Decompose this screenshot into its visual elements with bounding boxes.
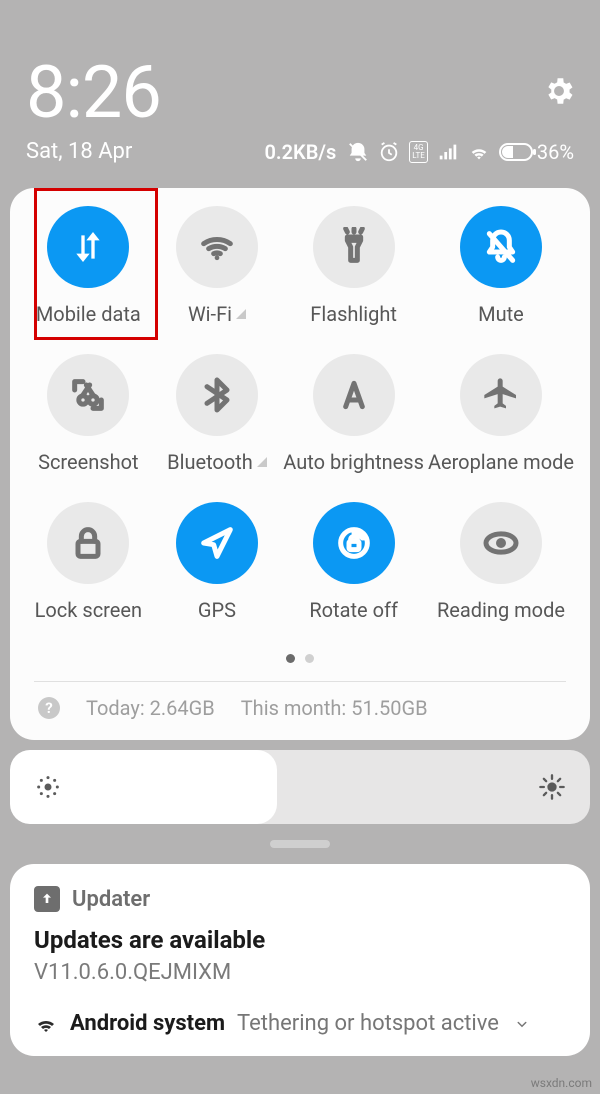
tile-label: Bluetooth xyxy=(167,450,267,474)
dnd-icon xyxy=(347,141,369,163)
alarm-icon xyxy=(378,141,400,163)
data-usage-row[interactable]: ? Today: 2.64GB This month: 51.50GB xyxy=(20,682,580,720)
bluetooth-icon xyxy=(176,354,258,436)
info-icon: ? xyxy=(38,697,60,719)
clock-date: Sat, 18 Apr xyxy=(26,139,132,164)
wifi-icon xyxy=(176,206,258,288)
tile-label: Mobile data xyxy=(36,302,141,326)
tile-label: Screenshot xyxy=(38,450,138,474)
battery-indicator: 36% xyxy=(499,140,574,164)
brightness-low-icon xyxy=(34,773,62,801)
page-indicator xyxy=(20,648,580,667)
chevron-down-icon xyxy=(513,1015,531,1033)
network-speed: 0.2KB/s xyxy=(265,140,337,164)
tile-bluetooth[interactable]: Bluetooth xyxy=(155,354,280,474)
flashlight-icon xyxy=(313,206,395,288)
tile-label: Rotate off xyxy=(309,598,398,622)
tile-label: Wi-Fi xyxy=(188,302,246,326)
notif-subtitle: V11.0.6.0.QEJMIXM xyxy=(34,960,566,985)
panel-handle[interactable] xyxy=(270,840,330,848)
lock-icon xyxy=(47,502,129,584)
notification-card[interactable]: Updater Updates are available V11.0.6.0.… xyxy=(10,864,590,1056)
mobile-data-icon xyxy=(47,206,129,288)
signal-icon xyxy=(437,141,459,163)
auto-brightness-icon xyxy=(313,354,395,436)
notif-collapsed-row[interactable]: Android system Tethering or hotspot acti… xyxy=(34,1011,566,1036)
volte-icon: 4GLTE xyxy=(409,141,428,163)
brightness-slider[interactable] xyxy=(10,750,590,824)
tile-label: Auto brightness xyxy=(283,450,424,474)
tile-label: Lock screen xyxy=(35,598,142,622)
tile-wifi[interactable]: Wi-Fi xyxy=(155,206,280,326)
tile-airplane[interactable]: Aeroplane mode xyxy=(428,354,574,474)
tile-auto-brightness[interactable]: Auto brightness xyxy=(283,354,424,474)
tile-label: GPS xyxy=(198,598,236,622)
updater-icon xyxy=(34,886,60,912)
tile-label: Aeroplane mode xyxy=(428,450,574,474)
tile-mobile-data[interactable]: Mobile data xyxy=(26,206,151,326)
tile-flashlight[interactable]: Flashlight xyxy=(283,206,424,326)
tile-label: Flashlight xyxy=(310,302,397,326)
tile-rotate[interactable]: Rotate off xyxy=(283,502,424,622)
tile-label: Mute xyxy=(478,302,524,326)
clock-time: 8:26 xyxy=(26,50,574,135)
brightness-high-icon xyxy=(538,773,566,801)
mute-icon xyxy=(460,206,542,288)
settings-button[interactable] xyxy=(542,74,576,108)
tile-gps[interactable]: GPS xyxy=(155,502,280,622)
wifi-status-icon xyxy=(468,141,490,163)
airplane-icon xyxy=(460,354,542,436)
reading-icon xyxy=(460,502,542,584)
watermark: wsxdn.com xyxy=(531,1076,592,1090)
wifi-small-icon xyxy=(34,1012,58,1036)
screenshot-icon xyxy=(47,354,129,436)
notif-app-header: Updater xyxy=(34,886,566,912)
tile-label: Reading mode xyxy=(437,598,565,622)
tile-screenshot[interactable]: Screenshot xyxy=(26,354,151,474)
status-icons: 0.2KB/s 4GLTE 36% xyxy=(265,140,575,164)
tile-reading-mode[interactable]: Reading mode xyxy=(428,502,574,622)
quick-settings-panel: Mobile data Wi-Fi Flashlight Mute Screen xyxy=(10,188,590,740)
rotate-icon xyxy=(313,502,395,584)
status-bar: 8:26 Sat, 18 Apr 0.2KB/s 4GLTE 36% xyxy=(0,0,600,178)
tile-mute[interactable]: Mute xyxy=(428,206,574,326)
tile-lock-screen[interactable]: Lock screen xyxy=(26,502,151,622)
notif-title: Updates are available xyxy=(34,926,566,954)
gps-icon xyxy=(176,502,258,584)
